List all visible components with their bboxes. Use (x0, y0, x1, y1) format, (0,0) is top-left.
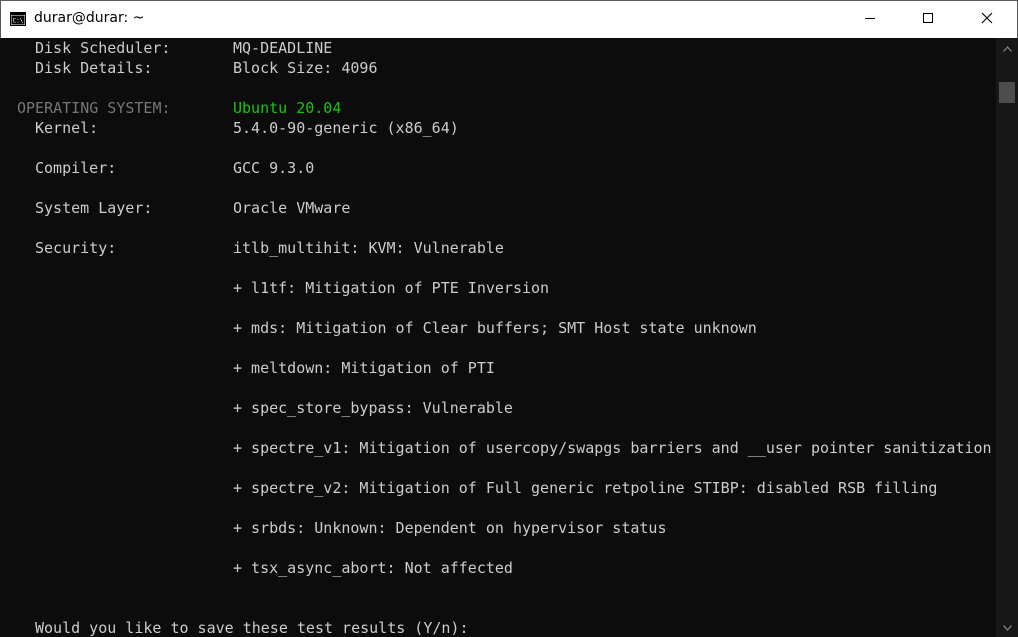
line-label: Security: (35, 239, 117, 257)
scrollbar-thumb[interactable] (999, 82, 1015, 103)
terminal-output[interactable]: Disk Scheduler: MQ-DEADLINE Disk Details… (0, 38, 996, 637)
terminal-line: + mds: Mitigation of Clear buffers; SMT … (0, 318, 757, 338)
terminal-line: + meltdown: Mitigation of PTI (0, 358, 495, 378)
security-item: + srbds: Unknown: Dependent on hyperviso… (233, 519, 667, 537)
terminal-line: Kernel: 5.4.0-90-generic (x86_64) (0, 118, 459, 138)
scroll-down-button[interactable] (996, 617, 1018, 637)
line-label: System Layer: (35, 199, 153, 217)
line-label: Disk Scheduler: (35, 39, 171, 57)
terminal-line: OPERATING SYSTEM: Ubuntu 20.04 (0, 98, 341, 118)
line-label: Compiler: (35, 159, 117, 177)
terminal-line: + tsx_async_abort: Not affected (0, 558, 513, 578)
line-value: Block Size: 4096 (233, 59, 378, 77)
line-value: 5.4.0-90-generic (x86_64) (233, 119, 459, 137)
line-value: Oracle VMware (233, 199, 351, 217)
close-button[interactable] (964, 1, 1010, 38)
minimize-icon (864, 11, 876, 29)
scroll-up-arrow-icon (1002, 39, 1012, 57)
vertical-scrollbar[interactable] (996, 38, 1018, 637)
terminal-line: Compiler: GCC 9.3.0 (0, 158, 314, 178)
terminal-line: + l1tf: Mitigation of PTE Inversion (0, 278, 549, 298)
line-value: MQ-DEADLINE (233, 39, 333, 57)
security-item: + mds: Mitigation of Clear buffers; SMT … (233, 319, 757, 337)
line-value: itlb_multihit: KVM: Vulnerable (233, 239, 504, 257)
title-bar[interactable]: C:\ durar@durar: ~ (0, 0, 1018, 38)
line-label: Disk Details: (35, 59, 153, 77)
security-item: + l1tf: Mitigation of PTE Inversion (233, 279, 550, 297)
security-item: + tsx_async_abort: Not affected (233, 559, 513, 577)
prompt-line[interactable]: Would you like to save these test result… (0, 618, 468, 637)
terminal-line: + spec_store_bypass: Vulnerable (0, 398, 513, 418)
terminal-window: C:\ durar@durar: ~ Disk Scheduler: MQ-DE… (0, 0, 1018, 637)
terminal-line: Disk Details: Block Size: 4096 (0, 58, 378, 78)
terminal-line: + srbds: Unknown: Dependent on hyperviso… (0, 518, 666, 538)
maximize-button[interactable] (905, 1, 951, 38)
section-heading: OPERATING SYSTEM: (17, 99, 171, 117)
console-icon: C:\ (10, 12, 26, 26)
minimize-button[interactable] (847, 1, 893, 38)
terminal-line: System Layer: Oracle VMware (0, 198, 350, 218)
scroll-down-arrow-icon (1002, 618, 1012, 636)
os-name: Ubuntu 20.04 (233, 99, 342, 117)
scroll-up-button[interactable] (996, 38, 1018, 58)
line-value: GCC 9.3.0 (233, 159, 315, 177)
svg-text:C:\: C:\ (13, 18, 24, 25)
terminal-line: Security: itlb_multihit: KVM: Vulnerable (0, 238, 504, 258)
terminal-line: Disk Scheduler: MQ-DEADLINE (0, 38, 332, 58)
terminal-line: + spectre_v2: Mitigation of Full generic… (0, 478, 937, 498)
save-results-prompt: Would you like to save these test result… (35, 619, 469, 637)
terminal-line: + spectre_v1: Mitigation of usercopy/swa… (0, 438, 992, 458)
security-item: + spec_store_bypass: Vulnerable (233, 399, 513, 417)
security-item: + meltdown: Mitigation of PTI (233, 359, 495, 377)
close-icon (981, 11, 993, 29)
window-title: durar@durar: ~ (34, 10, 145, 26)
security-item: + spectre_v1: Mitigation of usercopy/swa… (233, 439, 992, 457)
maximize-icon (922, 11, 934, 29)
line-label: Kernel: (35, 119, 99, 137)
security-item: + spectre_v2: Mitigation of Full generic… (233, 479, 938, 497)
